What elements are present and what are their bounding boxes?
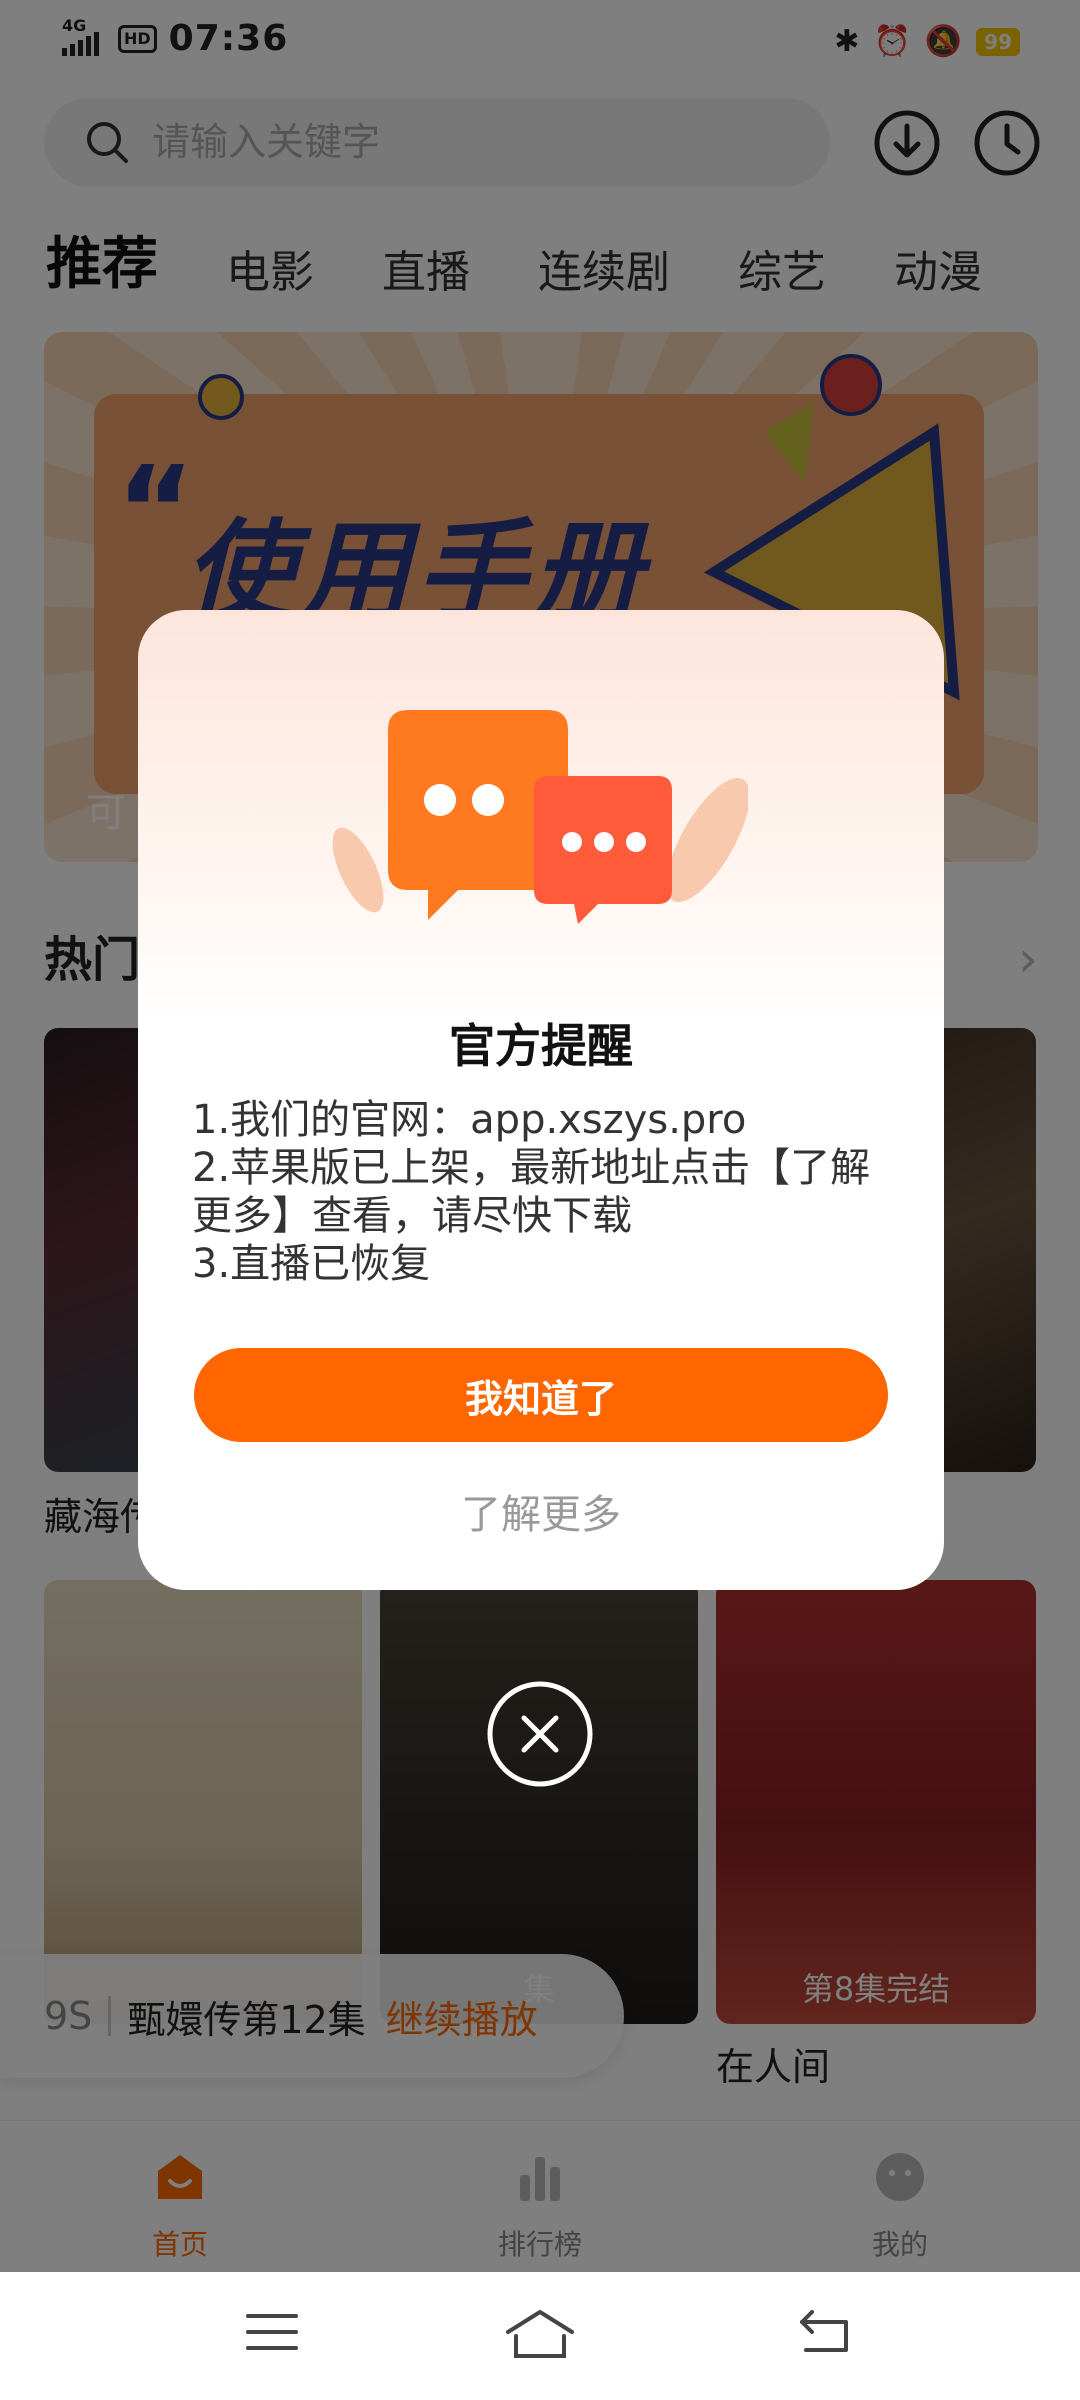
back-icon[interactable] bbox=[796, 2308, 852, 2356]
learn-more-link[interactable]: 了解更多 bbox=[138, 1482, 944, 1540]
close-icon[interactable] bbox=[486, 1680, 594, 1788]
dialog-line: 1.我们的官网：app.xszys.pro bbox=[192, 1097, 747, 1143]
acknowledge-button[interactable]: 我知道了 bbox=[194, 1348, 888, 1442]
dialog-body: 1.我们的官网：app.xszys.pro 2.苹果版已上架，最新地址点击【了解… bbox=[192, 1096, 892, 1288]
dialog-line: 3.直播已恢复 bbox=[192, 1241, 431, 1287]
system-nav-bar bbox=[0, 2272, 1080, 2400]
home-nav-icon[interactable] bbox=[504, 2308, 576, 2360]
dialog-line: 2.苹果版已上架，最新地址点击【了解更多】查看，请尽快下载 bbox=[192, 1145, 871, 1239]
chat-bubbles-icon bbox=[332, 710, 748, 924]
dialog-title: 官方提醒 bbox=[449, 1019, 633, 1073]
notice-dialog: 官方提醒 1.我们的官网：app.xszys.pro 2.苹果版已上架，最新地址… bbox=[138, 610, 944, 1590]
menu-icon[interactable] bbox=[244, 2308, 300, 2356]
